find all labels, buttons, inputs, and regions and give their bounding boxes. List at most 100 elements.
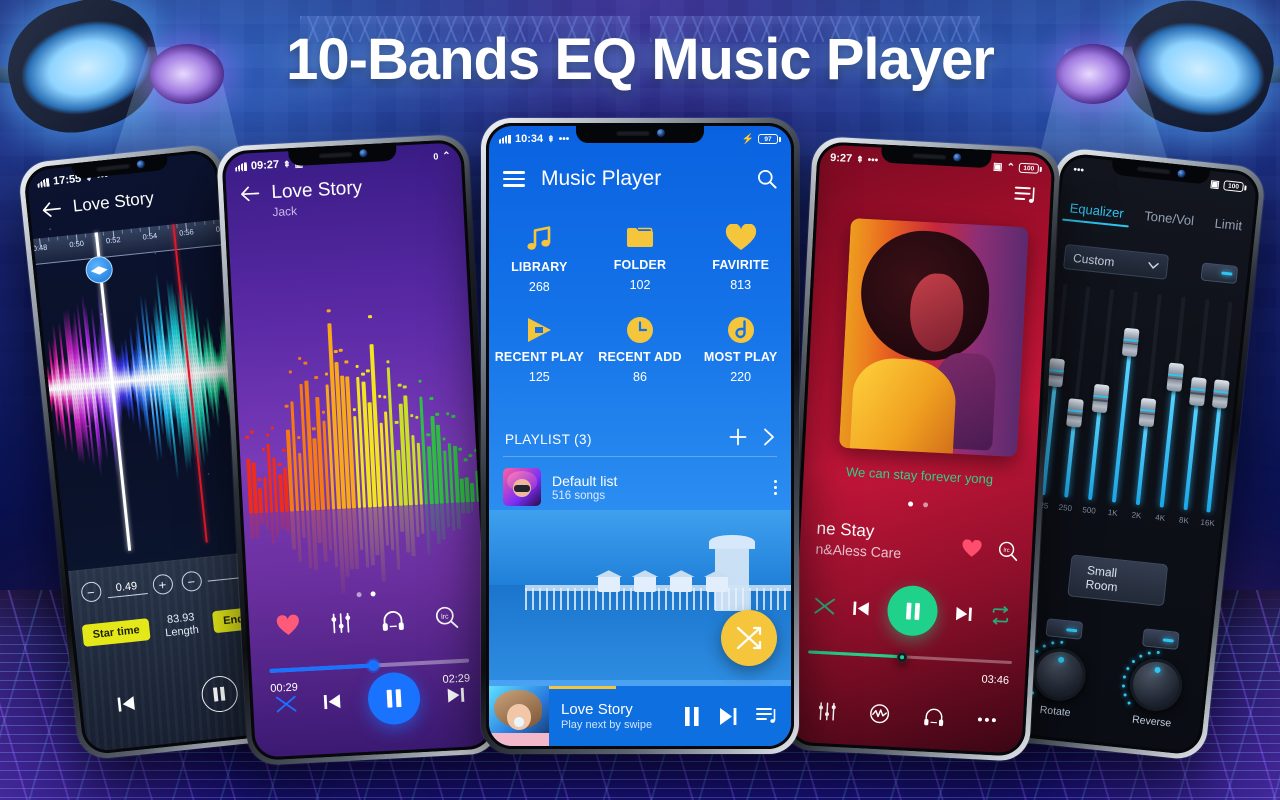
tile-most-play[interactable]: MOST PLAY 220 bbox=[690, 306, 791, 392]
shuffle-icon[interactable] bbox=[275, 694, 296, 715]
spectrum-bar bbox=[452, 445, 460, 503]
tile-recent-add[interactable]: RECENT ADD 86 bbox=[590, 306, 691, 392]
eq-slider-thumb[interactable] bbox=[1066, 398, 1085, 428]
playlist-queue-icon[interactable] bbox=[756, 706, 777, 726]
reverse-toggle[interactable] bbox=[1141, 628, 1180, 650]
more-icon[interactable] bbox=[977, 715, 997, 724]
rotate-knob[interactable] bbox=[1025, 640, 1088, 704]
eq-slider-thumb[interactable] bbox=[1212, 379, 1231, 410]
spectrum-peak-cap bbox=[473, 448, 478, 453]
preset-select[interactable]: Custom bbox=[1062, 244, 1170, 280]
eq-enable-toggle[interactable] bbox=[1200, 261, 1239, 284]
tile-recent-play[interactable]: RECENT PLAY 125 bbox=[489, 306, 590, 392]
preset-value: Custom bbox=[1072, 250, 1116, 269]
eq-slider-thumb[interactable] bbox=[1121, 327, 1140, 357]
ruler-minor-tick bbox=[194, 221, 197, 227]
shuffle-fab-button[interactable] bbox=[721, 610, 777, 666]
reverb-preset-button[interactable]: Small Room bbox=[1067, 554, 1169, 607]
pause-icon[interactable] bbox=[366, 671, 421, 726]
equalizer-icon[interactable] bbox=[329, 611, 352, 634]
search-icon[interactable] bbox=[757, 169, 777, 189]
end-minus-button[interactable]: − bbox=[180, 570, 203, 593]
phone-red-player: 9:27 ⇞ ••• ▣ ⌃ 100 We can stay forever y… bbox=[781, 135, 1061, 763]
headphone-icon[interactable] bbox=[381, 608, 406, 631]
plus-icon[interactable] bbox=[729, 428, 747, 451]
seek-bar[interactable] bbox=[808, 650, 1013, 665]
spectrum-peak-cap bbox=[445, 412, 450, 416]
page-dot[interactable] bbox=[355, 592, 362, 598]
reverse-knob[interactable] bbox=[1121, 650, 1185, 714]
previous-icon[interactable] bbox=[114, 692, 138, 716]
start-time-value[interactable]: 0.49 bbox=[105, 578, 148, 598]
waveform-display[interactable] bbox=[36, 245, 249, 513]
ruler-minor-tick bbox=[103, 231, 105, 236]
page-title: 10-Bands EQ Music Player bbox=[286, 27, 995, 92]
signal-icon bbox=[499, 134, 511, 144]
front-camera bbox=[952, 153, 962, 162]
eq-frequency-label: 8K bbox=[1178, 515, 1190, 526]
spectrum-bar bbox=[464, 477, 470, 503]
back-arrow-icon[interactable] bbox=[240, 186, 260, 202]
page-dot-active[interactable] bbox=[907, 501, 914, 507]
battery-icon: 97 bbox=[758, 134, 781, 144]
tab-equalizer[interactable]: Equalizer bbox=[1068, 200, 1124, 227]
equalizer-icon[interactable] bbox=[817, 700, 838, 721]
phone4-queue-button[interactable] bbox=[1014, 185, 1037, 212]
playlist-row[interactable]: Default list 516 songs bbox=[489, 460, 791, 514]
eq-slider-thumb[interactable] bbox=[1091, 384, 1110, 414]
ruler-minor-tick bbox=[48, 237, 50, 242]
previous-icon[interactable] bbox=[320, 690, 343, 713]
pause-icon[interactable] bbox=[886, 584, 939, 638]
playlist-title: PLAYLIST (3) bbox=[505, 431, 592, 447]
previous-icon[interactable] bbox=[850, 597, 872, 619]
tab-limit[interactable]: Limit bbox=[1213, 216, 1243, 240]
tile-library[interactable]: LIBRARY 268 bbox=[489, 214, 590, 302]
headphone-icon[interactable] bbox=[922, 706, 945, 727]
spectrum-peak-cap bbox=[468, 453, 473, 458]
eq-slider-thumb[interactable] bbox=[1188, 377, 1207, 407]
shuffle-icon[interactable] bbox=[814, 596, 835, 617]
pause-icon[interactable] bbox=[684, 706, 700, 726]
heart-icon[interactable] bbox=[275, 614, 300, 637]
next-icon[interactable] bbox=[953, 602, 975, 624]
search-lyrics-icon[interactable]: lrc bbox=[434, 605, 459, 629]
spectrum-peak-cap bbox=[386, 359, 390, 363]
ruler-minor-tick bbox=[176, 223, 178, 228]
row-more-icon[interactable] bbox=[774, 479, 777, 495]
start-time-stepper[interactable]: − 0.49 + bbox=[79, 573, 174, 603]
start-minus-button[interactable]: − bbox=[79, 580, 102, 603]
heart-icon[interactable] bbox=[961, 539, 982, 558]
tile-folder[interactable]: FOLDER 102 bbox=[590, 214, 691, 302]
eq-slider-thumb[interactable] bbox=[1166, 362, 1184, 392]
ruler-minor-tick bbox=[84, 233, 87, 238]
tile-label: RECENT PLAY bbox=[494, 350, 584, 364]
mini-player-bar[interactable]: Love Story Play next by swipe bbox=[489, 686, 791, 746]
spectrum-peak-cap bbox=[288, 369, 293, 374]
page-dot-active[interactable] bbox=[369, 591, 376, 597]
visualizer-icon[interactable] bbox=[869, 703, 891, 725]
phone4-bottom-icons bbox=[791, 699, 1024, 732]
seek-knob[interactable] bbox=[896, 651, 908, 663]
repeat-icon[interactable] bbox=[990, 605, 1011, 626]
next-icon[interactable] bbox=[718, 707, 738, 726]
page-dot[interactable] bbox=[922, 502, 929, 508]
eq-tabs: Equalizer Tone/Vol Limit bbox=[1058, 199, 1253, 240]
svg-text:lrc: lrc bbox=[441, 613, 449, 620]
eq-slider-thumb[interactable] bbox=[1138, 397, 1157, 427]
spectrum-bar-reflection bbox=[471, 502, 476, 511]
hamburger-menu-icon[interactable] bbox=[503, 171, 525, 187]
chevron-right-icon[interactable] bbox=[763, 428, 775, 451]
pause-icon[interactable] bbox=[199, 674, 239, 714]
start-time-button[interactable]: Star time bbox=[81, 617, 151, 647]
knob-tick bbox=[1034, 649, 1039, 654]
next-icon[interactable] bbox=[444, 684, 467, 707]
start-plus-button[interactable]: + bbox=[151, 573, 174, 596]
phone3-screen: 10:34 ⇞ ••• ⚡ 97 Music Player LIBRARY 26… bbox=[489, 126, 791, 746]
spectrum-peak-cap bbox=[257, 477, 262, 481]
tile-favirite[interactable]: FAVIRITE 813 bbox=[690, 214, 791, 302]
search-lyrics-icon[interactable]: lrc bbox=[997, 540, 1018, 562]
rotate-toggle[interactable] bbox=[1045, 618, 1083, 640]
tab-tone-vol[interactable]: Tone/Vol bbox=[1143, 208, 1195, 234]
back-arrow-icon[interactable] bbox=[41, 201, 61, 218]
seek-knob[interactable] bbox=[367, 659, 380, 672]
